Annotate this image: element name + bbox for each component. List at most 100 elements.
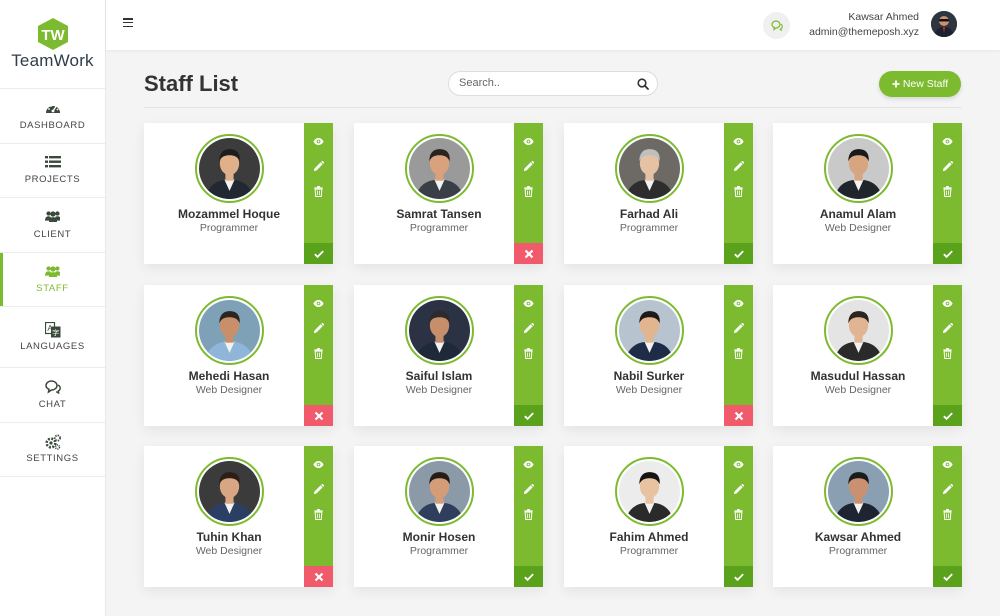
- view-icon[interactable]: [304, 133, 333, 149]
- staff-name[interactable]: Samrat Tansen: [354, 207, 524, 221]
- staff-role: Programmer: [409, 545, 469, 557]
- status-check-icon[interactable]: [304, 243, 333, 264]
- view-icon[interactable]: [514, 456, 543, 472]
- staff-avatar[interactable]: [615, 134, 684, 203]
- staff-name[interactable]: Masudul Hassan: [773, 369, 943, 383]
- new-staff-button[interactable]: New Staff: [879, 71, 961, 97]
- staff-role: Web Designer: [195, 545, 263, 557]
- user-avatar[interactable]: [931, 11, 957, 37]
- staff-card-body: Nabil Surker Web Designer: [564, 285, 724, 426]
- app-logo[interactable]: TW TeamWork: [0, 0, 105, 88]
- staff-avatar[interactable]: [824, 296, 893, 365]
- view-icon[interactable]: [724, 133, 753, 149]
- edit-icon[interactable]: [724, 481, 753, 497]
- delete-icon[interactable]: [933, 345, 962, 361]
- staff-avatar[interactable]: [195, 457, 264, 526]
- edit-icon[interactable]: [304, 158, 333, 174]
- staff-role: Web Designer: [824, 222, 892, 234]
- sidebar-item-chat[interactable]: CHAT: [0, 367, 105, 422]
- sidebar-item-label: CLIENT: [33, 228, 72, 240]
- staff-avatar[interactable]: [195, 296, 264, 365]
- edit-icon[interactable]: [514, 158, 543, 174]
- search-icon[interactable]: [637, 78, 649, 90]
- staff-name[interactable]: Mehedi Hasan: [144, 369, 314, 383]
- edit-icon[interactable]: [514, 320, 543, 336]
- staff-name[interactable]: Kawsar Ahmed: [773, 530, 943, 544]
- view-icon[interactable]: [933, 295, 962, 311]
- delete-icon[interactable]: [724, 506, 753, 522]
- sidebar-item-client[interactable]: CLIENT: [0, 197, 105, 252]
- status-check-icon[interactable]: [933, 405, 962, 426]
- staff-avatar[interactable]: [405, 134, 474, 203]
- view-icon[interactable]: [514, 133, 543, 149]
- staff-card: Kawsar Ahmed Programmer: [773, 446, 962, 587]
- edit-icon[interactable]: [304, 320, 333, 336]
- staff-card: Samrat Tansen Programmer: [354, 123, 543, 264]
- view-icon[interactable]: [724, 295, 753, 311]
- user-name: Kawsar Ahmed: [848, 11, 919, 23]
- status-check-icon[interactable]: [724, 566, 753, 587]
- view-icon[interactable]: [933, 133, 962, 149]
- edit-icon[interactable]: [514, 481, 543, 497]
- staff-name[interactable]: Mozammel Hoque: [144, 207, 314, 221]
- edit-icon[interactable]: [933, 158, 962, 174]
- edit-icon[interactable]: [724, 320, 753, 336]
- staff-name[interactable]: Monir Hosen: [354, 530, 524, 544]
- delete-icon[interactable]: [514, 345, 543, 361]
- sidebar-item-languages[interactable]: A 字 LANGUAGES: [0, 306, 105, 367]
- view-icon[interactable]: [304, 456, 333, 472]
- status-cross-icon[interactable]: [724, 405, 753, 426]
- new-staff-label: New Staff: [902, 78, 949, 90]
- delete-icon[interactable]: [724, 183, 753, 199]
- chat-icon: [44, 379, 61, 395]
- edit-icon[interactable]: [933, 481, 962, 497]
- edit-icon[interactable]: [933, 320, 962, 336]
- staff-avatar[interactable]: [195, 134, 264, 203]
- staff-name[interactable]: Fahim Ahmed: [564, 530, 734, 544]
- delete-icon[interactable]: [933, 506, 962, 522]
- staff-name[interactable]: Farhad Ali: [564, 207, 734, 221]
- staff-actions: [933, 285, 962, 426]
- staff-name[interactable]: Saiful Islam: [354, 369, 524, 383]
- delete-icon[interactable]: [304, 506, 333, 522]
- delete-icon[interactable]: [514, 506, 543, 522]
- status-check-icon[interactable]: [933, 243, 962, 264]
- status-check-icon[interactable]: [724, 243, 753, 264]
- view-icon[interactable]: [304, 295, 333, 311]
- staff-name[interactable]: Tuhin Khan: [144, 530, 314, 544]
- chat-notification-button[interactable]: [763, 12, 790, 39]
- teamwork-logo-icon: TW: [37, 18, 68, 50]
- staff-avatar[interactable]: [824, 134, 893, 203]
- edit-icon[interactable]: [724, 158, 753, 174]
- status-cross-icon[interactable]: [304, 566, 333, 587]
- delete-icon[interactable]: [304, 345, 333, 361]
- staff-avatar[interactable]: [824, 457, 893, 526]
- staff-avatar[interactable]: [405, 457, 474, 526]
- staff-role: Programmer: [828, 545, 888, 557]
- menu-toggle-icon[interactable]: [123, 18, 133, 28]
- delete-icon[interactable]: [304, 183, 333, 199]
- staff-avatar[interactable]: [615, 296, 684, 365]
- status-check-icon[interactable]: [933, 566, 962, 587]
- svg-text:字: 字: [52, 328, 59, 337]
- search-input[interactable]: [459, 77, 629, 89]
- view-icon[interactable]: [514, 295, 543, 311]
- status-check-icon[interactable]: [514, 405, 543, 426]
- delete-icon[interactable]: [724, 345, 753, 361]
- status-check-icon[interactable]: [514, 566, 543, 587]
- staff-name[interactable]: Nabil Surker: [564, 369, 734, 383]
- staff-avatar[interactable]: [405, 296, 474, 365]
- sidebar-item-settings[interactable]: SETTINGS: [0, 421, 105, 477]
- view-icon[interactable]: [933, 456, 962, 472]
- staff-name[interactable]: Anamul Alam: [773, 207, 943, 221]
- delete-icon[interactable]: [514, 183, 543, 199]
- sidebar-item-dashboard[interactable]: DASHBOARD: [0, 88, 105, 143]
- status-cross-icon[interactable]: [514, 243, 543, 264]
- status-cross-icon[interactable]: [304, 405, 333, 426]
- edit-icon[interactable]: [304, 481, 333, 497]
- view-icon[interactable]: [724, 456, 753, 472]
- delete-icon[interactable]: [933, 183, 962, 199]
- sidebar-item-staff[interactable]: STAFF: [0, 251, 105, 307]
- sidebar-item-projects[interactable]: PROJECTS: [0, 142, 105, 198]
- staff-avatar[interactable]: [615, 457, 684, 526]
